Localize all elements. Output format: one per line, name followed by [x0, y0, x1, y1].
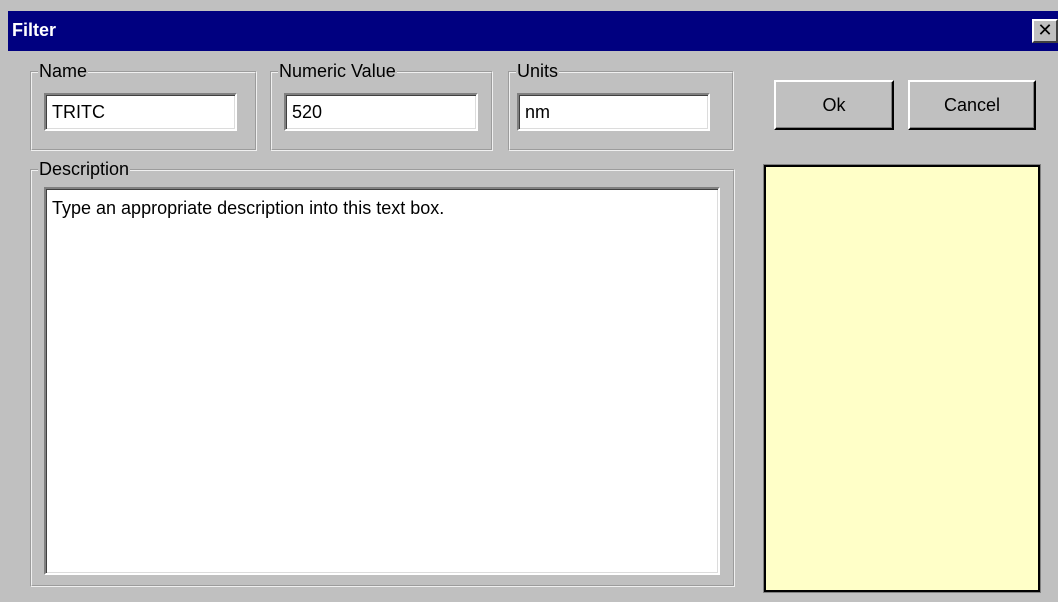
window-title: Filter [12, 20, 57, 40]
close-icon: ✕ [1037, 20, 1053, 40]
ok-button[interactable]: Ok [774, 80, 894, 130]
numeric-value-label: Numeric Value [278, 60, 397, 82]
close-button[interactable]: ✕ [1032, 19, 1058, 43]
description-textarea[interactable]: Type an appropriate description into thi… [44, 187, 720, 575]
filter-dialog: Filter ✕ Name Numeric Value Units Descri… [0, 0, 1058, 602]
preview-panel [764, 165, 1040, 592]
numeric-value-input[interactable] [284, 93, 478, 131]
description-label: Description [38, 158, 131, 180]
units-label: Units [516, 60, 560, 82]
name-label: Name [38, 60, 89, 82]
units-input[interactable] [517, 93, 710, 131]
title-bar[interactable]: Filter ✕ [8, 11, 1058, 51]
cancel-button[interactable]: Cancel [908, 80, 1036, 130]
name-input[interactable] [44, 93, 237, 131]
